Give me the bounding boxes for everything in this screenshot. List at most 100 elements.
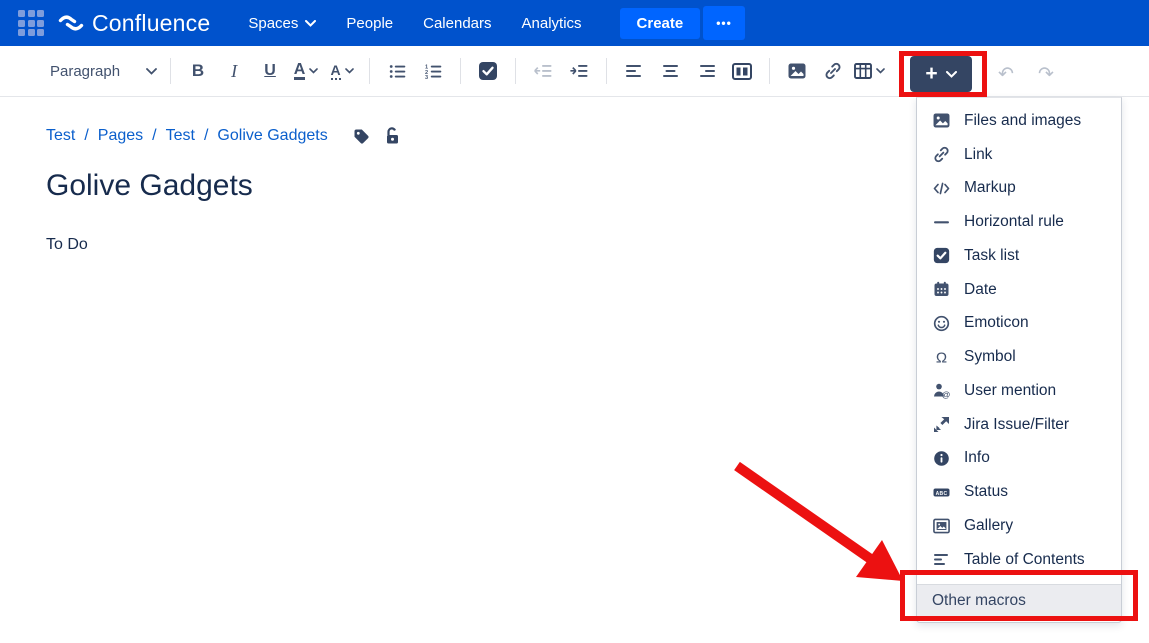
top-nav: Spaces People Calendars Analytics: [236, 7, 593, 40]
underline-button[interactable]: U: [252, 54, 288, 88]
align-center-button[interactable]: [652, 54, 688, 88]
menu-item-info[interactable]: Info: [917, 442, 1121, 476]
app-switcher-icon[interactable]: [18, 10, 44, 36]
more-menu-button[interactable]: •••: [703, 6, 745, 40]
toolbar-divider: [606, 58, 607, 84]
menu-item-symbol[interactable]: Ω Symbol: [917, 340, 1121, 374]
task-checkbox-icon: [478, 61, 498, 81]
insert-image-button[interactable]: [779, 54, 815, 88]
insert-dropdown-menu: Files and images Link Markup Horizontal …: [916, 97, 1122, 623]
insert-more-content-button[interactable]: +: [910, 56, 972, 92]
redo-button[interactable]: ↷: [1028, 57, 1064, 91]
text-color-button[interactable]: A: [288, 54, 324, 88]
nav-item-people[interactable]: People: [334, 7, 405, 40]
paragraph-style-dropdown[interactable]: Paragraph: [46, 57, 161, 86]
breadcrumb-link[interactable]: Test: [166, 127, 195, 145]
nav-item-calendars[interactable]: Calendars: [411, 7, 503, 40]
menu-item-date[interactable]: Date: [917, 273, 1121, 307]
outdent-icon: [534, 63, 552, 79]
image-icon: [788, 63, 806, 79]
menu-item-task-list[interactable]: Task list: [917, 239, 1121, 273]
markup-icon: [933, 180, 950, 197]
menu-item-emoticon[interactable]: Emoticon: [917, 307, 1121, 341]
undo-button[interactable]: ↶: [988, 57, 1024, 91]
menu-item-jira-issue-filter[interactable]: Jira Issue/Filter: [917, 408, 1121, 442]
insert-link-button[interactable]: [815, 54, 851, 88]
link-icon: [824, 62, 842, 80]
confluence-logo-icon: [58, 12, 84, 34]
bold-button[interactable]: B: [180, 54, 216, 88]
calendar-icon: [933, 281, 950, 298]
italic-button[interactable]: I: [216, 54, 252, 88]
create-button[interactable]: Create: [620, 8, 701, 39]
menu-item-other-macros[interactable]: Other macros: [917, 584, 1121, 617]
chevron-down-icon: [305, 20, 316, 27]
task-list-button[interactable]: [470, 54, 506, 88]
confluence-logo[interactable]: Confluence: [58, 10, 210, 37]
files-images-icon: [933, 112, 950, 129]
svg-text:Ω: Ω: [936, 349, 947, 366]
bullet-list-icon: [389, 63, 406, 80]
top-navigation-bar: Confluence Spaces People Calendars Analy…: [0, 0, 1149, 46]
toolbar-divider: [170, 58, 171, 84]
menu-item-files-and-images[interactable]: Files and images: [917, 104, 1121, 138]
plus-icon: +: [925, 64, 937, 84]
svg-text:ABC: ABC: [936, 490, 948, 496]
toolbar-divider: [515, 58, 516, 84]
toolbar-divider: [369, 58, 370, 84]
task-checkbox-icon: [933, 247, 950, 264]
unlocked-padlock-icon[interactable]: [384, 127, 400, 145]
menu-item-gallery[interactable]: Gallery: [917, 509, 1121, 543]
gallery-icon: [933, 517, 950, 534]
link-icon: [933, 146, 950, 163]
svg-text:3: 3: [425, 75, 428, 80]
page-layout-button[interactable]: [724, 54, 760, 88]
chevron-down-icon: [146, 68, 157, 75]
outdent-button[interactable]: [525, 54, 561, 88]
align-left-button[interactable]: [616, 54, 652, 88]
status-abc-icon: ABC: [933, 484, 950, 501]
horizontal-rule-icon: [933, 214, 950, 231]
breadcrumb-link[interactable]: Pages: [98, 127, 143, 145]
more-formatting-button[interactable]: A: [324, 54, 360, 88]
info-icon: [933, 450, 950, 467]
chevron-down-icon: [345, 68, 354, 74]
insert-table-button[interactable]: [851, 54, 887, 88]
editor-toolbar: Paragraph B I U A A 123: [0, 46, 1149, 97]
chevron-down-icon: [309, 68, 318, 74]
emoticon-icon: [933, 315, 950, 332]
menu-item-link[interactable]: Link: [917, 138, 1121, 172]
svg-text:@: @: [942, 390, 950, 400]
labels-tag-icon[interactable]: [353, 128, 370, 145]
menu-item-table-of-contents[interactable]: Table of Contents: [917, 543, 1121, 577]
user-mention-icon: @: [933, 382, 950, 399]
nav-item-spaces[interactable]: Spaces: [236, 7, 328, 40]
align-right-icon: [698, 64, 715, 79]
toc-icon: [933, 551, 950, 568]
chevron-down-icon: [876, 68, 885, 74]
toolbar-divider: [460, 58, 461, 84]
redo-icon: ↷: [1038, 63, 1054, 86]
indent-icon: [570, 63, 588, 79]
undo-icon: ↶: [998, 63, 1014, 86]
confluence-editor-page: Confluence Spaces People Calendars Analy…: [0, 0, 1149, 643]
menu-item-horizontal-rule[interactable]: Horizontal rule: [917, 205, 1121, 239]
toolbar-divider: [769, 58, 770, 84]
bullet-list-button[interactable]: [379, 54, 415, 88]
indent-button[interactable]: [561, 54, 597, 88]
logo-text: Confluence: [92, 10, 210, 37]
align-right-button[interactable]: [688, 54, 724, 88]
table-icon: [854, 63, 872, 79]
menu-item-status[interactable]: ABC Status: [917, 475, 1121, 509]
numbered-list-button[interactable]: 123: [415, 54, 451, 88]
chevron-down-icon: [946, 71, 957, 78]
numbered-list-icon: 123: [425, 63, 442, 80]
align-center-icon: [662, 64, 679, 79]
nav-item-analytics[interactable]: Analytics: [510, 7, 594, 40]
jira-icon: [933, 416, 950, 433]
menu-item-user-mention[interactable]: @ Jira Issue/Filter User mention: [917, 374, 1121, 408]
breadcrumb-link[interactable]: Golive Gadgets: [217, 127, 327, 145]
menu-item-markup[interactable]: Markup: [917, 172, 1121, 206]
breadcrumb-link[interactable]: Test: [46, 127, 75, 145]
symbol-icon: Ω: [933, 349, 950, 366]
